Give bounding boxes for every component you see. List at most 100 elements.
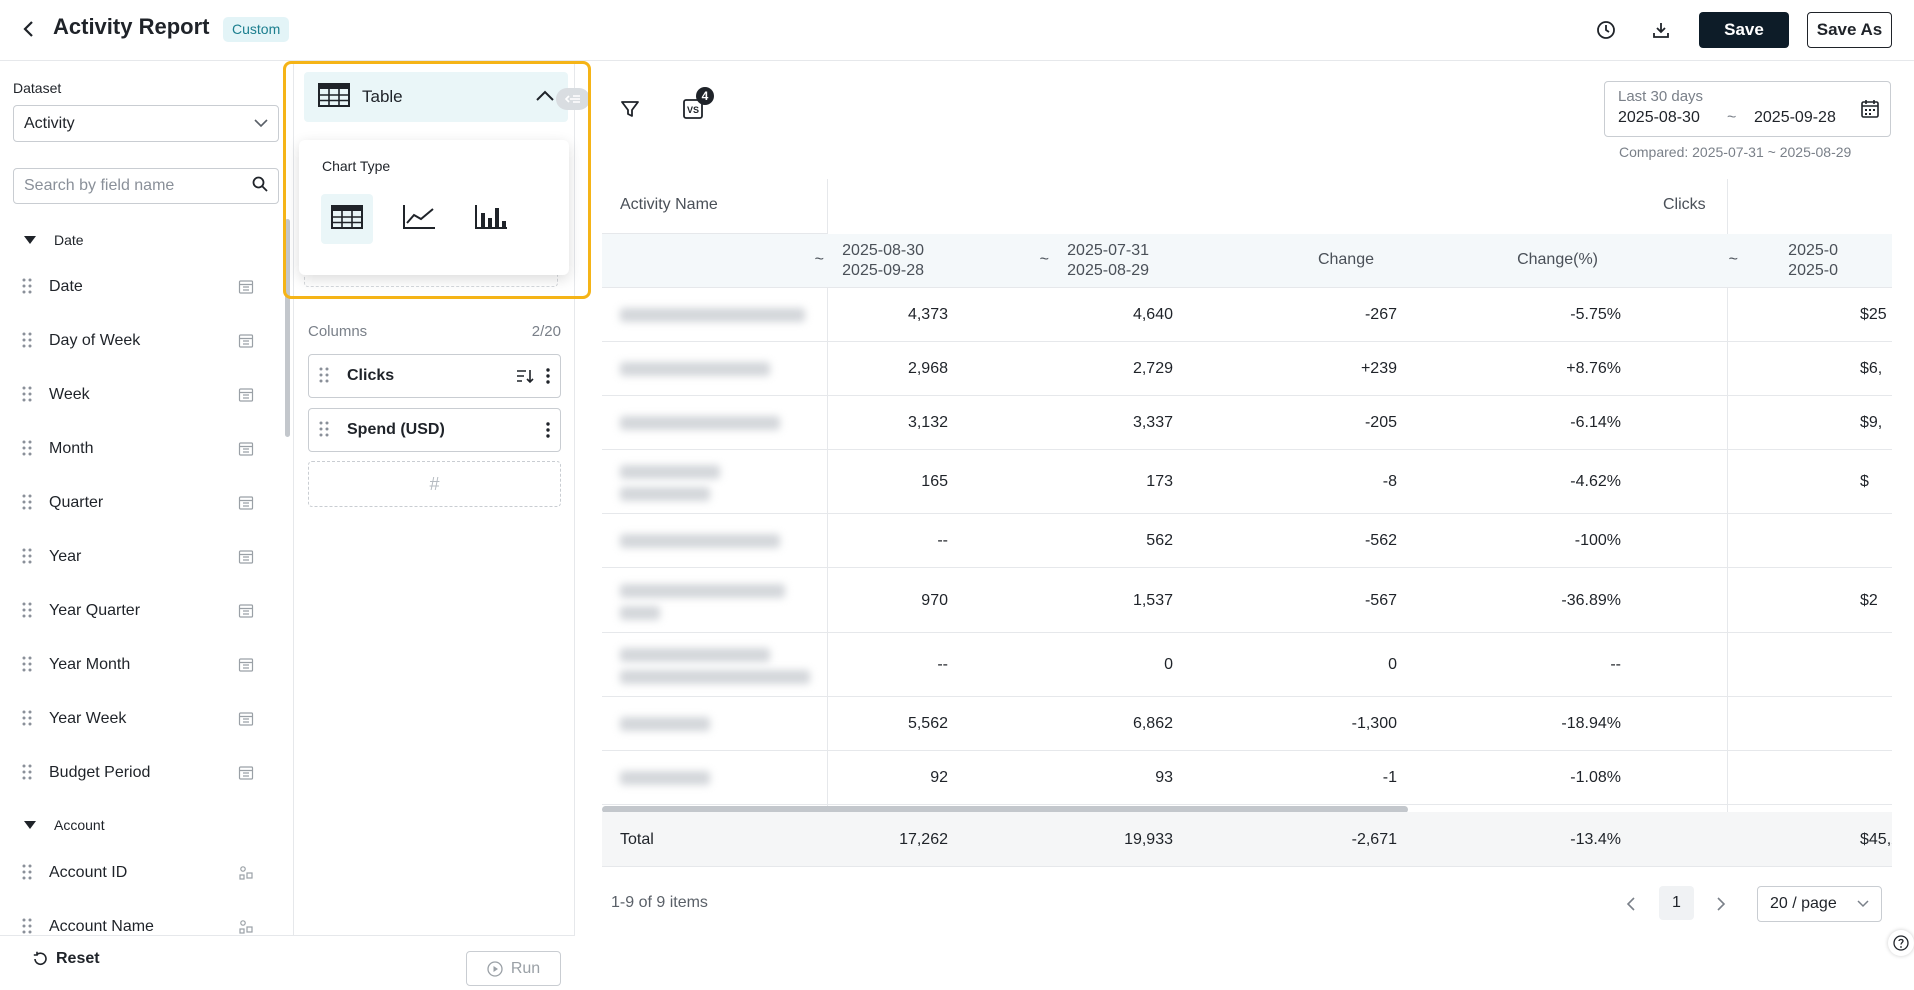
field-item-day-of-week[interactable]: Day of Week	[22, 326, 262, 356]
chart-type-bar-option[interactable]	[465, 194, 517, 244]
field-search-box[interactable]	[13, 168, 279, 204]
sidebar-scrollbar[interactable]	[285, 219, 290, 437]
field-item-year[interactable]: Year	[22, 542, 262, 572]
field-item-year-quarter[interactable]: Year Quarter	[22, 596, 262, 626]
drag-handle-icon[interactable]	[22, 440, 36, 458]
table-row[interactable]	[602, 450, 1892, 514]
save-as-button[interactable]: Save As	[1807, 12, 1892, 48]
table-cell: 3,337	[1132, 414, 1173, 431]
field-item-year-month[interactable]: Year Month	[22, 650, 262, 680]
search-icon[interactable]	[252, 176, 268, 197]
table-cell: 92	[930, 769, 948, 786]
run-button[interactable]: Run	[466, 951, 561, 986]
group-label: Date	[54, 232, 84, 248]
drag-handle-icon[interactable]	[22, 764, 36, 782]
calendar-icon[interactable]	[1860, 99, 1880, 119]
table-cell: -6.14%	[1570, 414, 1621, 431]
more-options-icon[interactable]	[546, 368, 550, 384]
more-options-icon[interactable]	[546, 422, 550, 438]
items-count: 1-9 of 9 items	[611, 894, 708, 911]
column-item-clicks[interactable]: Clicks	[308, 354, 561, 398]
history-icon[interactable]	[1593, 17, 1619, 43]
table-cell: -4.62%	[1570, 473, 1621, 490]
collapse-panel-toggle[interactable]	[556, 88, 590, 110]
filter-icon[interactable]	[617, 96, 643, 122]
sub-header-line: 2025-09-28	[842, 262, 924, 279]
table-cell: -567	[1364, 591, 1397, 609]
table-row[interactable]	[602, 751, 1892, 805]
sub-header-tilde: ~	[1728, 251, 1738, 268]
total-label: Total	[620, 831, 654, 848]
back-arrow-icon[interactable]	[16, 16, 40, 42]
group-header-account[interactable]: Account	[24, 814, 105, 836]
sub-header-tilde: ~	[814, 251, 824, 268]
drag-handle-icon[interactable]	[22, 332, 36, 350]
help-icon[interactable]	[1888, 930, 1914, 956]
column-header-activity[interactable]: Activity Name	[620, 196, 718, 214]
drag-handle-icon[interactable]	[22, 278, 36, 296]
page-size-select[interactable]: 20 / page	[1757, 886, 1882, 922]
date-range-picker[interactable]: Last 30 days 2025-08-30 ~ 2025-09-28	[1604, 81, 1891, 137]
drag-handle-icon[interactable]	[319, 367, 333, 385]
chart-type-line-option[interactable]	[393, 194, 445, 244]
sub-header-label[interactable]: Change	[1318, 251, 1374, 269]
table-row[interactable]	[602, 633, 1892, 697]
column-item-spend[interactable]: Spend (USD)	[308, 408, 561, 452]
reset-button[interactable]: Reset	[32, 950, 100, 968]
field-item-month[interactable]: Month	[22, 434, 262, 464]
chart-type-label: Table	[362, 87, 403, 106]
drag-handle-icon[interactable]	[22, 386, 36, 404]
table-row[interactable]	[602, 514, 1892, 568]
prev-page-icon[interactable]	[1620, 893, 1642, 915]
drag-handle-icon[interactable]	[22, 602, 36, 620]
run-label: Run	[510, 959, 541, 977]
columns-drop-zone[interactable]: #	[308, 461, 561, 507]
drag-handle-icon[interactable]	[22, 710, 36, 728]
date-type-icon	[238, 495, 254, 511]
table-cell: 4,373	[907, 306, 948, 323]
field-item-quarter[interactable]: Quarter	[22, 488, 262, 518]
sub-header-date-range[interactable]: 2025-0 2025-0	[1788, 241, 1838, 281]
chart-type-table-option[interactable]	[321, 194, 373, 244]
sub-header-line: 2025-0	[1788, 262, 1838, 279]
table-cell: 1,537	[1132, 591, 1173, 609]
table-cell: $2	[1860, 591, 1878, 609]
field-item-week[interactable]: Week	[22, 380, 262, 410]
chart-type-selector[interactable]: Table	[304, 72, 568, 122]
date-start: 2025-08-30	[1618, 109, 1700, 126]
field-search-input[interactable]	[24, 177, 252, 195]
date-type-icon	[238, 441, 254, 457]
field-item-account-name[interactable]: Account Name	[22, 912, 262, 935]
sub-header-date-range[interactable]: 2025-08-30 2025-09-28	[842, 241, 924, 281]
group-header-date[interactable]: Date	[24, 229, 84, 251]
dimension-type-icon	[238, 919, 254, 935]
drag-handle-icon[interactable]	[22, 864, 36, 882]
table-row[interactable]	[602, 342, 1892, 396]
table-row[interactable]	[602, 568, 1892, 633]
save-button[interactable]: Save	[1699, 12, 1789, 48]
table-row[interactable]	[602, 396, 1892, 450]
drag-handle-icon[interactable]	[22, 918, 36, 935]
drag-handle-icon[interactable]	[22, 548, 36, 566]
drag-handle-icon[interactable]	[22, 494, 36, 512]
field-item-year-week[interactable]: Year Week	[22, 704, 262, 734]
drag-handle-icon[interactable]	[319, 421, 333, 439]
next-page-icon[interactable]	[1710, 893, 1732, 915]
page-number-current[interactable]: 1	[1659, 886, 1694, 920]
activity-name-redacted	[620, 583, 785, 598]
line-chart-icon	[402, 204, 436, 235]
sort-icon[interactable]	[516, 368, 534, 384]
sub-header-label[interactable]: Change(%)	[1517, 251, 1598, 269]
field-item-budget-period[interactable]: Budget Period	[22, 758, 262, 788]
sub-header-date-range[interactable]: 2025-07-31 2025-08-29	[1067, 241, 1149, 281]
field-item-date[interactable]: Date	[22, 272, 262, 302]
table-row[interactable]	[602, 697, 1892, 751]
table-cell: 4,640	[1132, 306, 1173, 323]
dataset-select[interactable]: Activity	[13, 105, 279, 142]
drag-handle-icon[interactable]	[22, 656, 36, 674]
field-item-account-id[interactable]: Account ID	[22, 858, 262, 888]
chevron-up-icon[interactable]	[536, 88, 554, 106]
download-icon[interactable]	[1648, 17, 1674, 43]
sub-header-tilde: ~	[1039, 251, 1049, 268]
total-cell: $45,2	[1860, 831, 1892, 848]
